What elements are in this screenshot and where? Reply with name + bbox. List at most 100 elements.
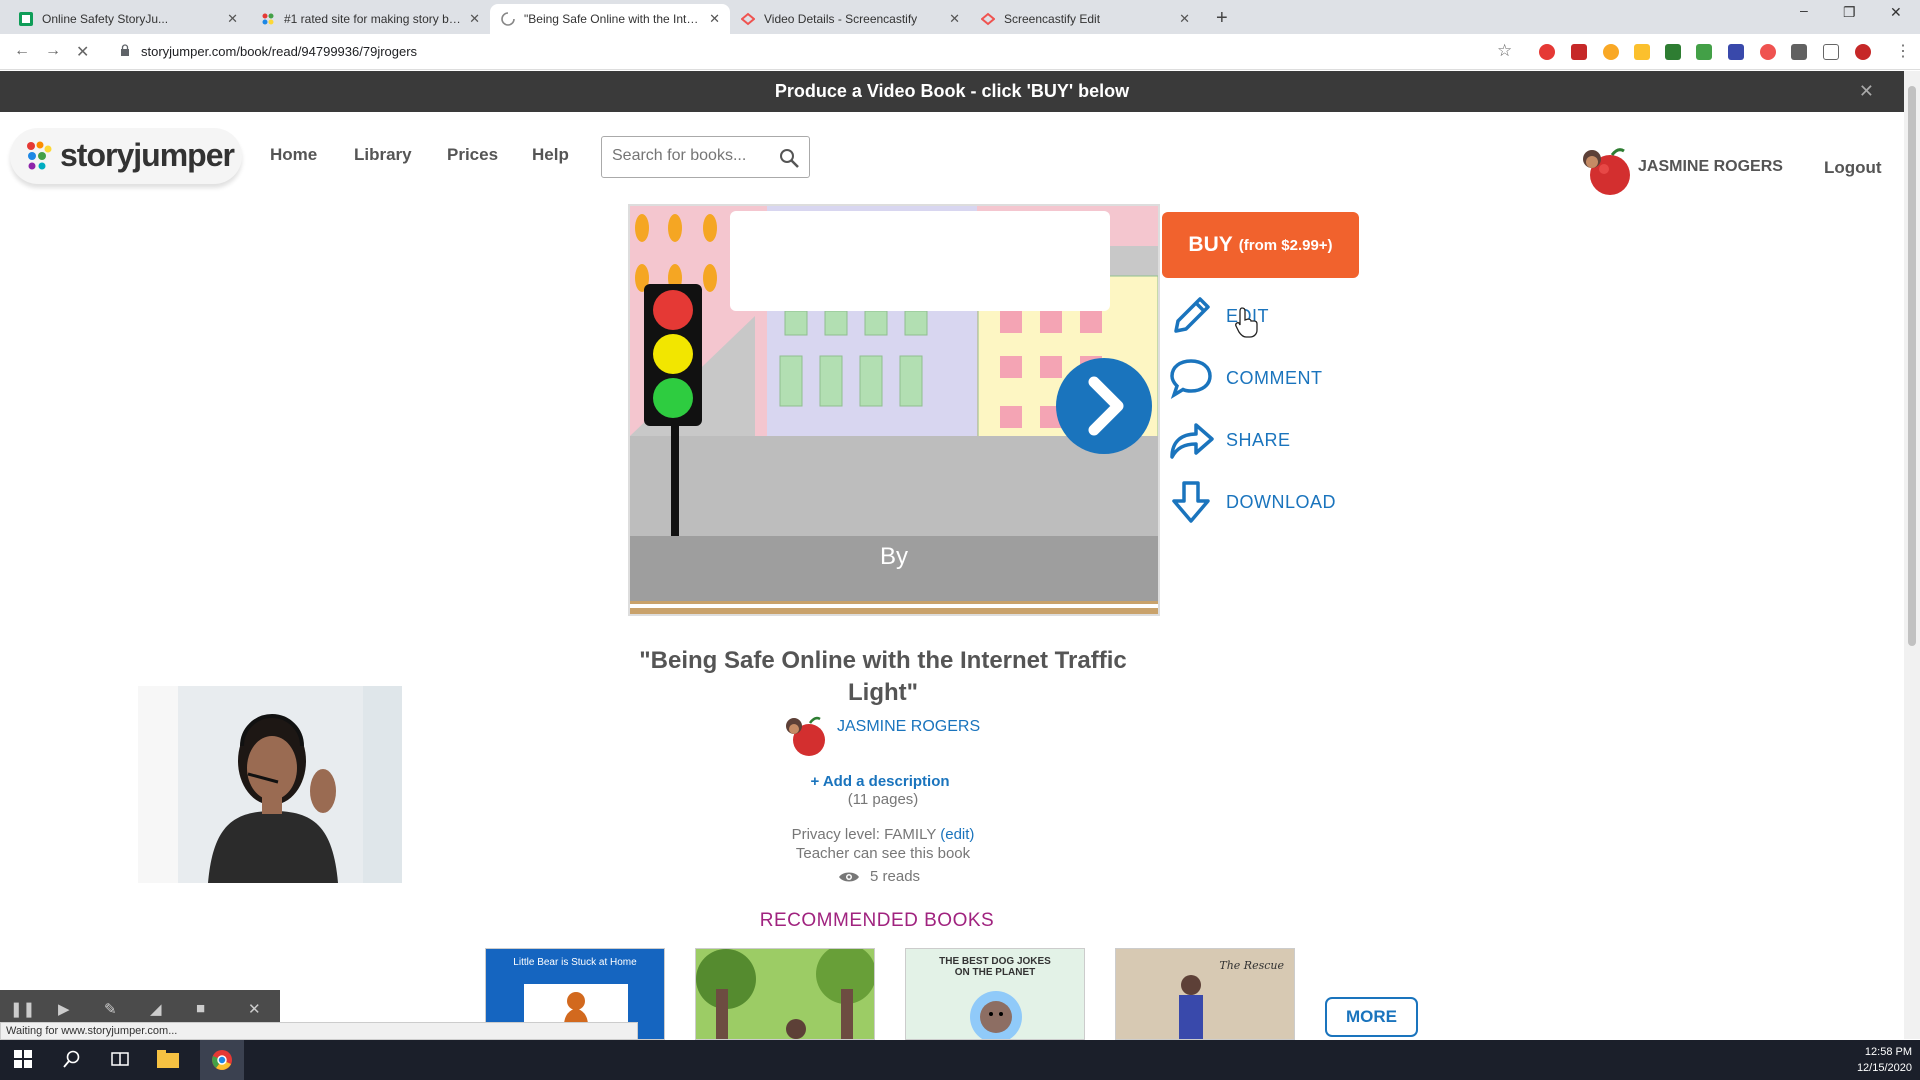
book-cover[interactable]: By bbox=[628, 204, 1160, 616]
hand-cursor-icon bbox=[1235, 307, 1258, 338]
pause-icon[interactable]: ❚❚ bbox=[10, 1000, 35, 1018]
eye-icon bbox=[839, 872, 859, 881]
browser-menu-icon[interactable]: ⋮ bbox=[1895, 41, 1911, 61]
close-tab-icon[interactable]: ✕ bbox=[949, 11, 960, 27]
bookmark-star-icon[interactable]: ☆ bbox=[1497, 41, 1512, 61]
camera-icon[interactable]: ■ bbox=[196, 1000, 205, 1017]
next-page-arrow-icon[interactable] bbox=[1054, 356, 1154, 456]
window-close-icon[interactable]: ✕ bbox=[1890, 4, 1902, 21]
pen-icon[interactable]: ✎ bbox=[104, 1000, 117, 1018]
tab-title: Video Details - Screencastify bbox=[764, 12, 918, 26]
author-avatar-apple-icon[interactable] bbox=[782, 714, 830, 758]
close-tab-icon[interactable]: ✕ bbox=[469, 11, 480, 27]
nav-library[interactable]: Library bbox=[354, 145, 412, 165]
chrome-icon bbox=[212, 1050, 232, 1070]
minimize-icon[interactable]: – bbox=[1800, 2, 1808, 18]
pencil-icon bbox=[1166, 291, 1216, 341]
recommended-book[interactable]: The Rescue bbox=[1115, 948, 1295, 1040]
user-avatar-apple-icon[interactable] bbox=[1578, 145, 1634, 197]
buy-price: (from $2.99+) bbox=[1238, 236, 1333, 254]
extension-icon[interactable] bbox=[1728, 44, 1744, 60]
search-icon[interactable] bbox=[63, 1050, 81, 1068]
logo-dots-icon bbox=[27, 141, 52, 170]
pdf-extension-icon[interactable] bbox=[1571, 44, 1587, 60]
scrollbar-thumb[interactable] bbox=[1908, 86, 1916, 646]
loading-spinner-icon bbox=[500, 11, 516, 27]
task-view-icon[interactable] bbox=[110, 1050, 130, 1068]
nav-help[interactable]: Help bbox=[532, 145, 569, 165]
privacy-edit-link[interactable]: (edit) bbox=[940, 826, 974, 843]
system-clock[interactable]: 12:58 PM 12/15/2020 bbox=[1857, 1044, 1912, 1076]
tab-title: Screencastify Edit bbox=[1004, 12, 1101, 26]
browser-tab[interactable]: Online Safety StoryJu... ✕ bbox=[8, 4, 248, 34]
extension-icon[interactable] bbox=[1603, 44, 1619, 60]
reads-text: 5 reads bbox=[870, 868, 921, 885]
buy-button[interactable]: BUY (from $2.99+) bbox=[1162, 212, 1359, 278]
promo-banner: Produce a Video Book - click 'BUY' below… bbox=[0, 71, 1904, 112]
search-icon[interactable] bbox=[779, 148, 799, 168]
screencastify-extension-icon[interactable] bbox=[1760, 44, 1776, 60]
clock-time: 12:58 PM bbox=[1864, 1046, 1912, 1058]
restore-icon[interactable]: ❐ bbox=[1843, 4, 1856, 21]
lock-icon bbox=[120, 44, 130, 62]
screencastify-icon bbox=[980, 11, 996, 27]
logo-text: storyjumper bbox=[60, 137, 235, 173]
extension-icon[interactable] bbox=[1634, 44, 1650, 60]
search-input[interactable] bbox=[612, 147, 772, 165]
close-tab-icon[interactable]: ✕ bbox=[227, 11, 238, 27]
dog-illustration bbox=[970, 991, 1022, 1039]
close-tab-icon[interactable]: ✕ bbox=[709, 11, 720, 27]
address-bar: ← → ✕ storyjumper.com/book/read/94799936… bbox=[0, 34, 1920, 70]
browser-tab[interactable]: Video Details - Screencastify ✕ bbox=[730, 4, 970, 34]
comment-label: COMMENT bbox=[1226, 367, 1323, 388]
recommended-book-title: Little Bear is Stuck at Home bbox=[513, 957, 637, 968]
new-tab-icon[interactable]: + bbox=[1216, 7, 1228, 30]
share-label: SHARE bbox=[1226, 429, 1291, 450]
recommended-book[interactable] bbox=[695, 948, 875, 1040]
extension-icon[interactable] bbox=[1539, 44, 1555, 60]
cancel-recording-icon[interactable]: ✕ bbox=[248, 1000, 261, 1018]
nav-prices[interactable]: Prices bbox=[447, 145, 498, 165]
url-field[interactable]: storyjumper.com/book/read/94799936/79jro… bbox=[141, 44, 417, 59]
windows-taskbar: 12:58 PM 12/15/2020 bbox=[0, 1040, 1920, 1080]
extensions-puzzle-icon[interactable] bbox=[1791, 44, 1807, 60]
browser-tab-active[interactable]: "Being Safe Online with the Inter... ✕ bbox=[490, 4, 730, 34]
cast-icon[interactable] bbox=[1823, 44, 1839, 60]
search-box bbox=[601, 136, 810, 178]
page-scrollbar[interactable] bbox=[1904, 71, 1920, 1039]
profile-avatar-icon[interactable] bbox=[1855, 44, 1871, 60]
sheets-icon bbox=[18, 11, 34, 27]
user-name[interactable]: JASMINE ROGERS bbox=[1638, 158, 1783, 176]
stop-loading-icon[interactable]: ✕ bbox=[76, 42, 89, 62]
nav-home[interactable]: Home bbox=[270, 145, 317, 165]
tab-title: #1 rated site for making story bo... bbox=[284, 12, 464, 26]
back-icon[interactable]: ← bbox=[14, 42, 30, 60]
file-explorer-icon[interactable] bbox=[157, 1050, 179, 1068]
play-icon[interactable]: ▶ bbox=[58, 1000, 70, 1018]
more-books-button[interactable]: MORE bbox=[1325, 997, 1418, 1037]
logout-link[interactable]: Logout bbox=[1824, 158, 1882, 178]
pointer-icon[interactable]: ◢ bbox=[150, 1000, 162, 1018]
storyjumper-logo[interactable]: storyjumper bbox=[10, 128, 242, 184]
close-banner-icon[interactable]: ✕ bbox=[1859, 71, 1874, 112]
teacher-note: Teacher can see this book bbox=[795, 845, 971, 862]
close-tab-icon[interactable]: ✕ bbox=[1179, 11, 1190, 27]
tab-title: Online Safety StoryJu... bbox=[42, 12, 169, 26]
author-link[interactable]: JASMINE ROGERS bbox=[837, 718, 980, 736]
forward-icon[interactable]: → bbox=[45, 42, 61, 60]
extension-icon[interactable] bbox=[1665, 44, 1681, 60]
share-button[interactable]: SHARE bbox=[1166, 415, 1291, 465]
browser-tab[interactable]: #1 rated site for making story bo... ✕ bbox=[250, 4, 490, 34]
browser-tab[interactable]: Screencastify Edit ✕ bbox=[970, 4, 1200, 34]
comment-button[interactable]: COMMENT bbox=[1166, 353, 1323, 403]
recommended-book-title: THE BEST DOG JOKES ON THE PLANET bbox=[939, 956, 1051, 978]
recommended-book[interactable]: THE BEST DOG JOKES ON THE PLANET bbox=[905, 948, 1085, 1040]
add-description-link[interactable]: + Add a description bbox=[700, 773, 1060, 790]
chrome-taskbar-button[interactable] bbox=[200, 1040, 244, 1080]
read-count: 5 reads bbox=[838, 868, 920, 885]
windows-start-icon[interactable] bbox=[14, 1050, 32, 1068]
recommended-book-title: The Rescue bbox=[1219, 959, 1284, 972]
download-button[interactable]: DOWNLOAD bbox=[1166, 477, 1336, 527]
extension-icon[interactable] bbox=[1696, 44, 1712, 60]
clock-date: 12/15/2020 bbox=[1856, 1062, 1912, 1074]
